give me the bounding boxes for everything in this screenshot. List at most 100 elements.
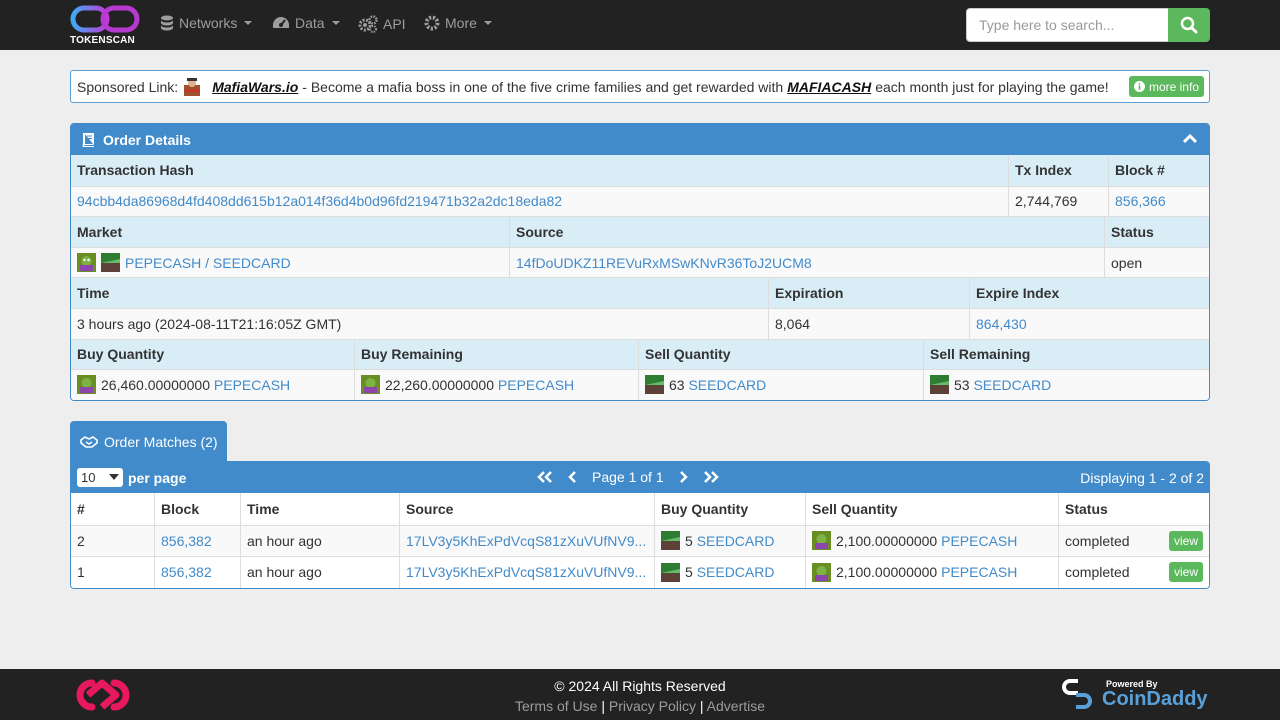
col-status: Status [1065, 500, 1108, 517]
row-status: completed [1065, 564, 1130, 581]
status-label: Status [1105, 216, 1209, 247]
sell-quantity-amount: 63 [669, 376, 685, 393]
first-page-icon[interactable] [536, 471, 554, 483]
table-row: 1 856,382 an hour ago 17LV3y5KhExPdVcqS8… [71, 556, 1209, 588]
market-link[interactable]: PEPECASH / SEEDCARD [125, 255, 291, 271]
pagination: Page 1 of 1 [536, 469, 722, 485]
nav-more[interactable]: More [424, 15, 492, 31]
tab-order-matches[interactable]: Order Matches (2) [70, 421, 227, 462]
quantity-value-row: 26,460.00000000 PEPECASH 22,260.00000000… [71, 369, 1209, 400]
advertise-link[interactable]: Advertise [707, 698, 765, 714]
nav-api[interactable]: API [358, 15, 406, 33]
sponsored-link-bar: Sponsored Link: MafiaWars.io - Become a … [70, 70, 1210, 103]
time-value-row: 3 hours ago (2024-08-11T21:16:05Z GMT) 8… [71, 307, 1209, 339]
terms-link[interactable]: Terms of Use [515, 698, 597, 714]
row-time: an hour ago [241, 556, 400, 588]
time-value: 3 hours ago (2024-08-11T21:16:05Z GMT) [71, 307, 769, 339]
block-link[interactable]: 856,366 [1115, 193, 1166, 209]
row-status: completed [1065, 532, 1130, 549]
chevron-up-icon[interactable] [1183, 134, 1197, 144]
time-header-row: Time Expiration Expire Index [71, 277, 1209, 308]
coindaddy-logo[interactable]: Powered By CoinDaddy [1060, 675, 1208, 713]
sponsor-text-2: each month just for playing the game! [875, 78, 1109, 95]
expiration-value: 8,064 [769, 307, 970, 339]
nav-data[interactable]: Data [272, 15, 340, 31]
sponsor-prefix: Sponsored Link: [77, 78, 179, 95]
privacy-link[interactable]: Privacy Policy [609, 698, 696, 714]
per-page-value: 10 [81, 470, 96, 485]
displaying-count: Displaying 1 - 2 of 2 [1080, 470, 1204, 486]
row-buy-amount: 5 [685, 532, 693, 549]
seedcard-icon [930, 375, 949, 395]
nav-data-label: Data [295, 15, 325, 31]
prev-page-icon[interactable] [568, 471, 578, 483]
footer: © 2024 All Rights Reserved Terms of Use … [0, 669, 1280, 720]
row-num: 2 [71, 524, 155, 556]
chevron-down-icon [109, 474, 119, 480]
row-sell-amount: 2,100.00000000 [836, 532, 938, 549]
row-time: an hour ago [241, 524, 400, 556]
pepecash-icon [361, 375, 380, 395]
nav-api-label: API [383, 16, 406, 32]
tx-hash-label: Transaction Hash [71, 155, 1009, 186]
pepecash-icon [812, 562, 831, 582]
tab-order-matches-label: Order Matches (2) [104, 433, 218, 450]
sell-remaining-asset-link[interactable]: SEEDCARD [973, 377, 1051, 393]
sponsor-link[interactable]: MafiaWars.io [212, 79, 298, 95]
buy-remaining-asset-link[interactable]: PEPECASH [498, 377, 574, 393]
panel-title: Order Details [103, 131, 191, 148]
view-button[interactable]: view [1168, 562, 1203, 583]
sponsor-text-1: - Become a mafia boss in one of the five… [302, 78, 784, 95]
order-details-panel: Order Details Transaction Hash Tx Index … [70, 123, 1210, 401]
sponsor-token-link[interactable]: MAFIACASH [787, 79, 871, 95]
tx-index-value: 2,744,769 [1009, 185, 1109, 217]
source-label: Source [510, 216, 1105, 247]
seedcard-icon [661, 562, 680, 582]
expire-index-link[interactable]: 864,430 [976, 316, 1027, 332]
handshake-icon [80, 435, 98, 448]
cogs-icon [358, 15, 378, 33]
row-num: 1 [71, 556, 155, 588]
chevron-down-icon [244, 21, 253, 25]
view-button[interactable]: view [1168, 530, 1203, 551]
row-buy-asset-link[interactable]: SEEDCARD [697, 564, 775, 580]
buy-quantity-asset-link[interactable]: PEPECASH [214, 377, 290, 393]
buy-remaining-label: Buy Remaining [355, 338, 639, 370]
tx-hash-link[interactable]: 94cbb4da86968d4fd408dd615b12a014f36d4b0d… [77, 193, 562, 209]
per-page-select[interactable]: 10 [77, 468, 123, 487]
buy-remaining-amount: 22,260.00000000 [385, 376, 494, 393]
sell-quantity-asset-link[interactable]: SEEDCARD [688, 377, 766, 393]
row-block-link[interactable]: 856,382 [161, 533, 212, 549]
more-info-label: more info [1148, 79, 1199, 94]
last-page-icon[interactable] [702, 471, 722, 483]
next-page-icon[interactable] [678, 471, 688, 483]
col-block: Block [155, 493, 241, 525]
search-button[interactable] [1168, 8, 1210, 42]
row-sell-amount: 2,100.00000000 [836, 564, 938, 581]
expire-index-label: Expire Index [970, 277, 1209, 308]
row-sell-asset-link[interactable]: PEPECASH [941, 533, 1017, 549]
nav-networks[interactable]: Networks [160, 15, 253, 31]
more-info-button[interactable]: more info [1128, 76, 1204, 97]
sell-remaining-amount: 53 [954, 376, 970, 393]
table-row: 2 856,382 an hour ago 17LV3y5KhExPdVcqS8… [71, 524, 1209, 556]
coindaddy-name: CoinDaddy [1102, 687, 1208, 710]
matches-table: # Block Time Source Buy Quantity Sell Qu… [71, 493, 1209, 588]
pepecash-icon [77, 253, 96, 273]
sell-remaining-label: Sell Remaining [924, 338, 1209, 370]
time-label: Time [71, 277, 769, 308]
row-sell-asset-link[interactable]: PEPECASH [941, 564, 1017, 580]
row-source-link[interactable]: 17LV3y5KhExPdVcqS81zXuVUfNV9... [406, 533, 646, 549]
source-link[interactable]: 14fDoUDKZ11REVuRxMSwKNvR36ToJ2UCM8 [516, 255, 812, 271]
row-block-link[interactable]: 856,382 [161, 564, 212, 580]
buy-quantity-amount: 26,460.00000000 [101, 376, 210, 393]
pepecash-icon [77, 375, 96, 395]
tokenscan-logo[interactable]: TOKENSCAN [70, 4, 142, 48]
database-icon [161, 15, 173, 31]
row-buy-asset-link[interactable]: SEEDCARD [697, 533, 775, 549]
search-input[interactable] [966, 8, 1169, 42]
row-source-link[interactable]: 17LV3y5KhExPdVcqS81zXuVUfNV9... [406, 564, 646, 580]
tx-value-row: 94cbb4da86968d4fd408dd615b12a014f36d4b0d… [71, 185, 1209, 217]
row-buy-amount: 5 [685, 564, 693, 581]
order-details-heading[interactable]: Order Details [71, 124, 1209, 155]
